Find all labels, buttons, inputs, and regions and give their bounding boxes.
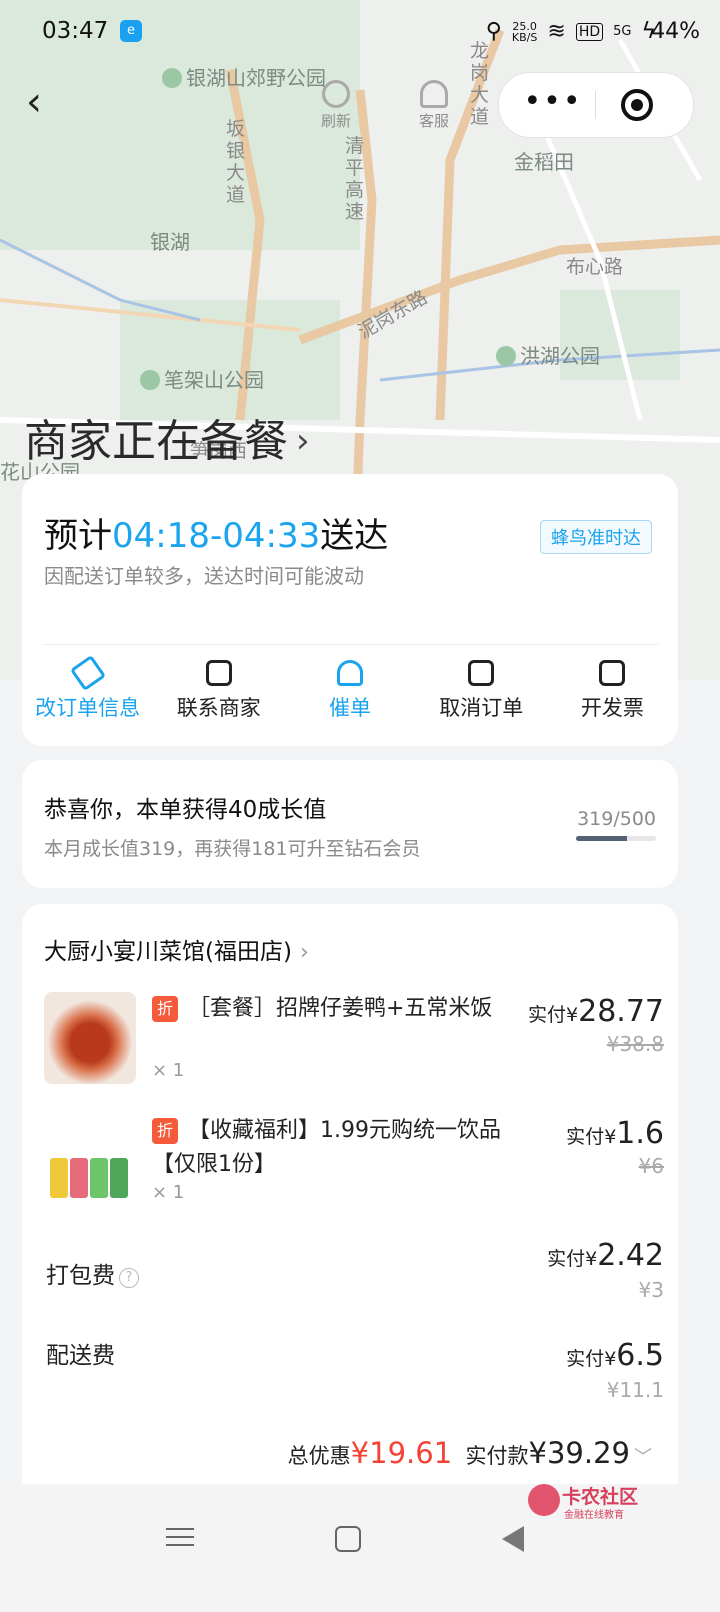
item-paid-price: 实付¥28.77	[528, 994, 664, 1029]
edit-icon	[69, 654, 106, 692]
item-original-price: ¥6	[638, 1154, 664, 1178]
growth-card[interactable]: 恭喜你，本单获得40成长值 本月成长值319，再获得181可升至钻石会员 319…	[22, 760, 678, 888]
status-bar: 03:47 e ⚲ 25.0 KB/S ≋ HD 5G ϟ 44%	[0, 0, 720, 64]
order-card: 大厨小宴川菜馆(福田店) › 折 ［套餐］招牌仔姜鸭+五常米饭 × 1 实付¥28…	[22, 904, 678, 1504]
cancel-order-button[interactable]: 取消订单	[416, 654, 547, 724]
delivery-card: 预计04:18-04:33送达 蜂鸟准时达 因配送订单较多，送达时间可能波动 改…	[22, 474, 678, 746]
system-back-button[interactable]	[502, 1526, 524, 1552]
item-paid-price: 实付¥1.6	[566, 1116, 664, 1151]
growth-count: 319/500	[577, 808, 656, 830]
growth-title: 恭喜你，本单获得40成长值	[44, 797, 327, 823]
delivery-fee-price: 实付¥6.5 ¥11.1	[566, 1338, 664, 1402]
urge-order-button[interactable]: 催单	[284, 654, 415, 724]
order-item[interactable]: 折 ［套餐］招牌仔姜鸭+五常米饭 × 1 实付¥28.77 ¥38.8	[44, 992, 664, 1088]
order-status-title[interactable]: 商家正在备餐 ›	[24, 405, 310, 469]
customer-service-button[interactable]: 客服	[404, 80, 464, 131]
total-paid: ¥39.29	[528, 1436, 630, 1470]
map-label-road: 布心路	[566, 256, 624, 278]
menu-button[interactable]	[162, 1522, 198, 1558]
invoice-button[interactable]: 开发票	[547, 654, 678, 724]
net-speed: 25.0 KB/S	[511, 19, 538, 44]
item-original-price: ¥38.8	[606, 1032, 664, 1056]
map-label-park: 笔架山公园	[140, 364, 264, 393]
signal-icon: 5G	[613, 24, 632, 39]
chevron-down-icon: ﹀	[634, 1447, 652, 1468]
back-button[interactable]: ‹	[26, 82, 66, 124]
chevron-right-icon: ›	[296, 421, 310, 461]
order-item[interactable]: 折 【收藏福利】1.99元购统一饮品【仅限1份】 × 1 实付¥1.6 ¥6	[44, 1114, 664, 1210]
order-total[interactable]: 总优惠¥19.61 实付款¥39.29 ﹀	[288, 1436, 652, 1470]
close-miniapp-button[interactable]	[621, 89, 653, 121]
watermark-logo-icon	[528, 1484, 560, 1516]
status-icons: ⚲ 25.0 KB/S ≋ HD 5G ϟ	[486, 19, 656, 44]
eta-note: 因配送订单较多，送达时间可能波动	[44, 564, 364, 588]
map-label-area: 银湖	[150, 230, 190, 254]
bell-icon	[337, 660, 363, 686]
ontime-badge[interactable]: 蜂鸟准时达	[540, 520, 652, 554]
item-name: ［套餐］招牌仔姜鸭+五常米饭	[188, 996, 493, 1021]
cancel-doc-icon	[468, 660, 495, 686]
drink-image	[44, 1114, 136, 1206]
home-button[interactable]	[335, 1526, 361, 1552]
watermark: 卡农社区 金融在线教育	[528, 1482, 678, 1532]
hd-icon: HD	[575, 22, 604, 41]
growth-subtitle: 本月成长值319，再获得181可升至钻石会员	[44, 838, 421, 860]
growth-progress-fill	[576, 836, 628, 841]
food-image	[44, 992, 136, 1084]
packing-fee-price: 实付¥2.42 ¥3	[547, 1238, 664, 1302]
item-qty: × 1	[152, 1182, 185, 1203]
map-label-road: 清平高速	[345, 135, 365, 223]
refresh-button[interactable]: 刷新	[306, 80, 366, 131]
wifi-icon: ≋	[547, 19, 566, 44]
total-discount: ¥19.61	[350, 1436, 453, 1470]
chevron-right-icon: ›	[299, 940, 309, 965]
divider	[44, 644, 658, 645]
edit-order-button[interactable]: 改订单信息	[22, 654, 153, 724]
headset-icon	[420, 80, 448, 108]
growth-progress-bar	[576, 836, 656, 841]
contact-merchant-button[interactable]: 联系商家	[153, 654, 284, 724]
invoice-icon	[599, 660, 626, 686]
app-notification-icon: e	[120, 20, 142, 42]
battery-level: 44%	[651, 19, 700, 44]
map-label-park: 银湖山郊野公园	[162, 62, 326, 91]
location-icon: ⚲	[485, 19, 502, 44]
map-label-area: 金稻田	[514, 150, 574, 174]
item-qty: × 1	[152, 1060, 185, 1081]
clock: 03:47	[42, 18, 109, 44]
map-label-park: 洪湖公园	[496, 340, 600, 369]
chat-icon	[205, 660, 232, 686]
order-actions: 改订单信息 联系商家 催单 取消订单 开发票	[22, 654, 678, 724]
more-button[interactable]: •••	[523, 87, 583, 123]
item-name: 【收藏福利】1.99元购统一饮品【仅限1份】	[152, 1118, 501, 1177]
shop-name[interactable]: 大厨小宴川菜馆(福田店) ›	[44, 932, 309, 966]
refresh-icon	[322, 80, 350, 108]
eta-text: 预计04:18-04:33送达	[44, 516, 389, 556]
map-label-road: 坂银大道	[226, 118, 246, 206]
miniapp-capsule: •••	[498, 72, 694, 138]
